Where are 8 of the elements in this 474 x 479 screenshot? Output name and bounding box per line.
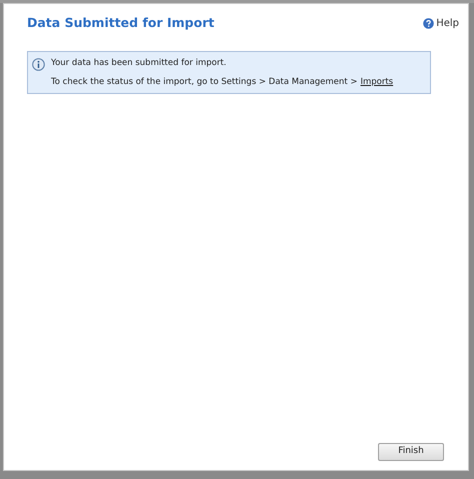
help-icon (423, 18, 434, 29)
help-link[interactable]: Help (436, 16, 459, 31)
navigation-hint: To check the status of the import, go to Settings > Data Management > (51, 76, 358, 88)
info-icon (32, 58, 45, 71)
finish-button[interactable]: Finish (378, 443, 444, 461)
status-message: Your data has been submitted for import. (51, 56, 228, 70)
imports-link[interactable]: Imports (360, 76, 394, 88)
dialog-title: Data Submitted for Import (27, 14, 214, 32)
